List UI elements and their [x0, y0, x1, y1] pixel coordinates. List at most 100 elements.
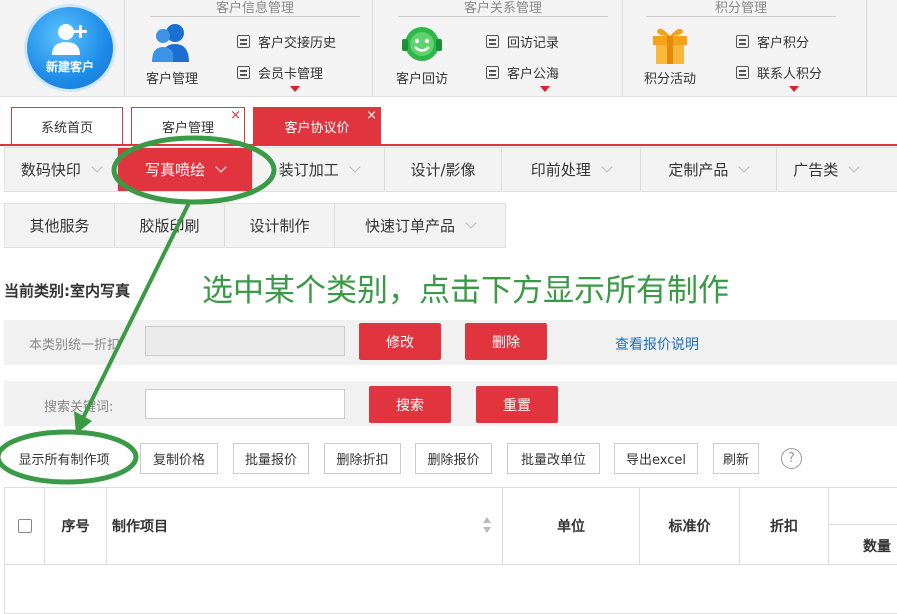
reset-button[interactable]: 重置 — [476, 386, 558, 423]
help-icon[interactable]: ? — [781, 448, 802, 469]
view-quote-instructions-link[interactable]: 查看报价说明 — [615, 334, 699, 354]
category-photo-inkjet[interactable]: 写真喷绘 — [117, 148, 254, 191]
chevron-down-icon — [738, 161, 751, 173]
category-label: 设计制作 — [249, 217, 310, 235]
ribbon-divider — [622, 0, 623, 96]
category-digital-print[interactable]: 数码快印 — [5, 148, 118, 191]
group-title-points: 积分管理 — [714, 1, 767, 16]
category-design-production[interactable]: 设计制作 — [225, 204, 335, 247]
tab-customer-agreement-price[interactable]: 客户协议价 × — [253, 107, 381, 144]
column-header-standard-price[interactable]: 标准价 — [640, 488, 740, 564]
category-offset-printing[interactable]: 胶版印刷 — [115, 204, 225, 247]
menu-label: 客户积分 — [757, 36, 810, 51]
group-title-customer-relations: 客户关系管理 — [463, 1, 542, 16]
gift-icon — [653, 28, 687, 64]
show-all-items-button[interactable]: 显示所有制作项 — [4, 443, 124, 474]
batch-change-unit-button[interactable]: 批量改单位 — [507, 443, 600, 474]
category-label: 装订加工 — [278, 161, 339, 179]
category-other-services[interactable]: 其他服务 — [5, 204, 115, 247]
menu-visit-records[interactable]: 回访记录 — [486, 32, 559, 51]
list-icon — [486, 35, 499, 48]
delete-button[interactable]: 删除 — [465, 323, 547, 360]
chevron-down-icon — [215, 161, 227, 173]
sort-icon[interactable] — [482, 516, 492, 534]
tab-customer-management[interactable]: 客户管理 × — [131, 107, 245, 144]
current-category-text: 当前类别:室内写真 — [4, 282, 130, 300]
category-label: 其他服务 — [29, 217, 90, 235]
ribbon-divider — [372, 0, 373, 96]
menu-customer-points[interactable]: 客户积分 — [736, 32, 809, 51]
export-excel-button[interactable]: 导出excel — [614, 443, 698, 474]
menu-customer-pool[interactable]: 客户公海 — [486, 63, 559, 82]
group-underline — [398, 16, 608, 17]
column-header-unit[interactable]: 单位 — [503, 488, 640, 564]
tab-system-home[interactable]: 系统首页 — [11, 107, 123, 144]
customer-management-icon — [152, 24, 189, 62]
menu-customer-handover-history[interactable]: 客户交接历史 — [237, 32, 336, 51]
category-design-imaging[interactable]: 设计/影像 — [385, 148, 502, 191]
points-activity-label: 积分活动 — [644, 72, 697, 87]
column-header-quantity-group: 数量 — [829, 488, 897, 564]
search-input[interactable] — [145, 389, 345, 419]
category-advertising[interactable]: 广告类 — [777, 148, 897, 191]
column-header-item[interactable]: 制作项目 — [107, 488, 503, 564]
category-bar-primary: 数码快印 写真喷绘 装订加工 设计/影像 印前处理 定制产品 广告类 — [4, 147, 897, 192]
close-icon[interactable]: × — [230, 109, 241, 122]
dropdown-indicator-icon[interactable] — [789, 86, 799, 92]
list-icon — [736, 35, 749, 48]
batch-quote-button[interactable]: 批量报价 — [233, 443, 309, 474]
list-icon — [237, 35, 250, 48]
chevron-down-icon — [91, 161, 103, 173]
group-underline — [646, 16, 836, 17]
delete-quote-button[interactable]: 删除报价 — [415, 443, 492, 474]
ribbon-divider — [866, 0, 867, 96]
menu-label: 客户公海 — [507, 67, 560, 82]
group-underline — [150, 16, 360, 17]
column-header-discount[interactable]: 折扣 — [740, 488, 829, 564]
customer-management-label: 客户管理 — [146, 72, 199, 87]
category-prepress[interactable]: 印前处理 — [502, 148, 641, 191]
category-bar-secondary: 其他服务 胶版印刷 设计制作 快速订单产品 — [4, 203, 506, 248]
close-icon[interactable]: × — [366, 109, 377, 122]
column-header-quantity[interactable]: 数量 — [863, 536, 891, 556]
dropdown-indicator-icon[interactable] — [540, 86, 550, 92]
search-button[interactable]: 搜索 — [369, 386, 451, 423]
discount-input[interactable] — [145, 326, 345, 356]
column-header-index[interactable]: 序号 — [45, 488, 107, 564]
customer-visit-label: 客户回访 — [396, 72, 449, 87]
refresh-button[interactable]: 刷新 — [713, 443, 759, 474]
menu-label: 回访记录 — [507, 36, 560, 51]
category-label: 设计/影像 — [410, 161, 476, 179]
menu-membership-card-management[interactable]: 会员卡管理 — [237, 63, 323, 82]
delete-discount-button[interactable]: 删除折扣 — [324, 443, 401, 474]
new-customer-label: 新建客户 — [45, 59, 94, 74]
menu-contact-points[interactable]: 联系人积分 — [736, 63, 822, 82]
customer-visit-button[interactable]: 客户回访 — [396, 22, 448, 87]
points-activity-button[interactable]: 积分活动 — [644, 22, 696, 87]
category-custom-products[interactable]: 定制产品 — [641, 148, 778, 191]
category-quick-order[interactable]: 快速订单产品 — [335, 204, 505, 247]
category-label: 定制产品 — [668, 161, 729, 179]
copy-price-button[interactable]: 复制价格 — [140, 443, 218, 474]
menu-label: 联系人积分 — [757, 67, 823, 82]
price-table: 序号 制作项目 单位 标准价 折扣 数量 — [4, 487, 897, 614]
list-icon — [486, 66, 499, 79]
category-label: 快速订单产品 — [364, 217, 455, 235]
chevron-down-icon — [601, 161, 613, 173]
header-bottom-border — [5, 564, 897, 565]
search-keyword-label: 搜索关键词: — [44, 400, 114, 415]
customer-management-button[interactable]: 客户管理 — [146, 22, 198, 87]
ribbon-toolbar: 新建客户 客户信息管理 客户管理 客户交接历史 会员卡管理 客户关系管理 客户回… — [0, 0, 897, 97]
headset-smile-icon — [402, 27, 442, 61]
discount-row: 本类别统一折扣 修改 删除 查看报价说明 — [4, 320, 897, 365]
tab-label: 客户管理 — [161, 120, 214, 136]
dropdown-indicator-icon[interactable] — [290, 86, 300, 92]
new-customer-button[interactable]: 新建客户 — [24, 4, 116, 92]
menu-label: 会员卡管理 — [258, 67, 324, 82]
select-all-checkbox[interactable] — [17, 519, 32, 533]
chevron-down-icon — [465, 217, 477, 229]
category-binding[interactable]: 装订加工 — [253, 148, 386, 191]
modify-button[interactable]: 修改 — [359, 323, 441, 360]
tab-bar-underline — [0, 144, 897, 146]
select-all-header — [5, 488, 45, 564]
